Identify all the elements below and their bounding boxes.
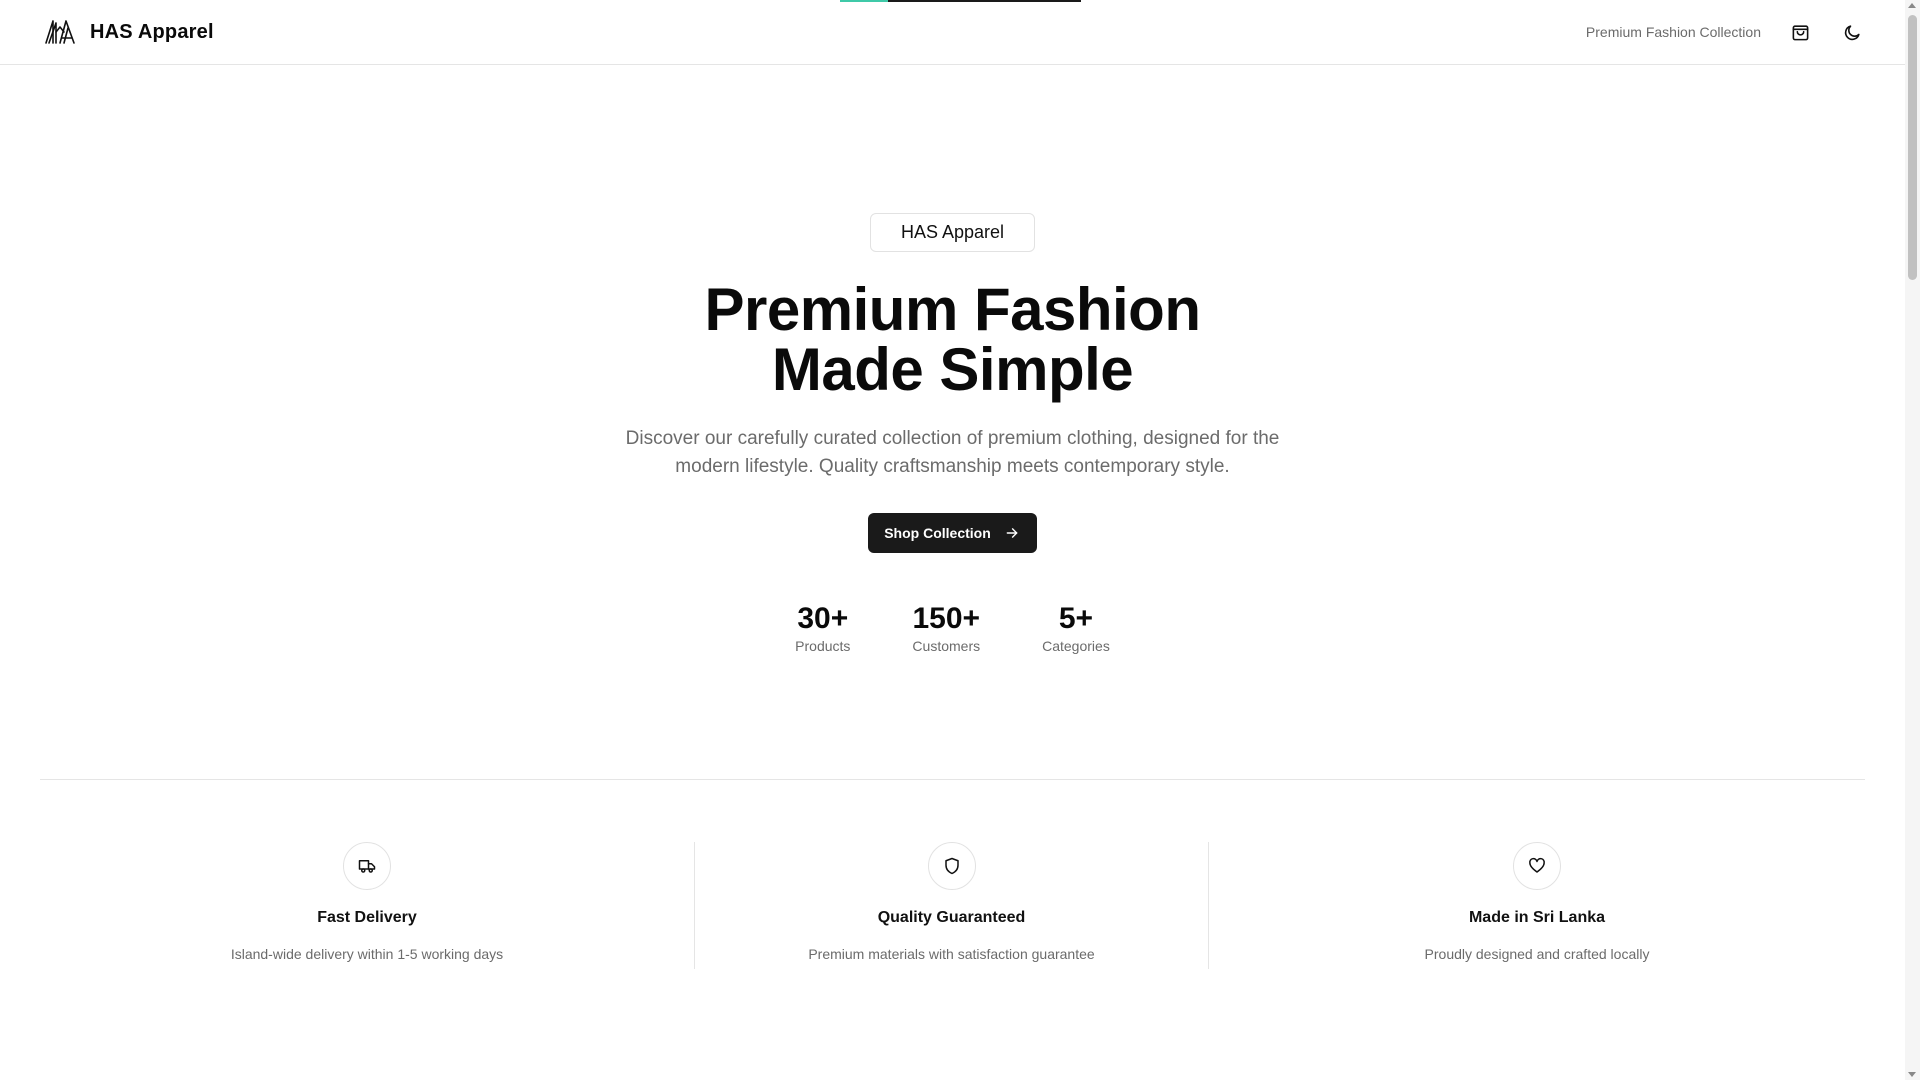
hero-title-line2: Made Simple [771, 336, 1134, 403]
page-scrollbar[interactable] [1905, 0, 1920, 1080]
header-tagline: Premium Fashion Collection [1585, 24, 1761, 40]
brand-logo-icon [45, 20, 75, 44]
shield-icon [944, 857, 959, 875]
feature-icon-circle [927, 842, 976, 890]
feature-title: Made in Sri Lanka [1468, 909, 1606, 926]
hero-badge: HAS Apparel [869, 213, 1036, 252]
feature-title: Fast Delivery [317, 909, 417, 926]
feature-quality-guaranteed: Quality Guaranteed Premium materials wit… [695, 842, 1209, 969]
heart-icon [1529, 857, 1545, 873]
theme-toggle-button[interactable] [1839, 19, 1865, 45]
stat-categories: 5+ Categories [1042, 602, 1110, 655]
truck-icon [358, 860, 376, 873]
hero-subtitle: Discover our carefully curated collectio… [625, 428, 1280, 477]
section-divider [40, 779, 1865, 780]
feature-description: Proudly designed and crafted locally [1424, 946, 1650, 962]
stat-label: Categories [1042, 638, 1110, 654]
stat-label: Customers [912, 638, 981, 654]
shopping-bag-icon [1792, 24, 1808, 40]
arrow-right-icon [1006, 528, 1018, 538]
stat-customers: 150+ Customers [912, 602, 981, 655]
scroll-up-arrow-icon[interactable] [1908, 3, 1916, 8]
shop-collection-label: Shop Collection [884, 525, 991, 541]
hero-title: Premium Fashion Made Simple [705, 280, 1201, 400]
brand[interactable]: HAS Apparel [43, 18, 214, 46]
scroll-down-arrow-icon[interactable] [1908, 1072, 1916, 1077]
stat-products: 30+ Products [795, 602, 851, 655]
stat-value: 150+ [912, 602, 981, 635]
feature-description: Island-wide delivery within 1-5 working … [230, 946, 504, 962]
stat-label: Products [795, 638, 851, 654]
feature-description: Premium materials with satisfaction guar… [808, 946, 1095, 962]
hero-title-line1: Premium Fashion [704, 276, 1201, 343]
cart-button[interactable] [1787, 19, 1813, 45]
top-nav: HAS Apparel Premium Fashion Collection [0, 0, 1905, 65]
stat-value: 5+ [1058, 602, 1094, 635]
feature-title: Quality Guaranteed [877, 909, 1026, 926]
shop-collection-button[interactable]: Shop Collection [868, 513, 1037, 553]
feature-icon-circle [343, 842, 391, 890]
features-section: Fast Delivery Island-wide delivery withi… [40, 842, 1865, 969]
feature-made-in-sri-lanka: Made in Sri Lanka Proudly designed and c… [1209, 842, 1865, 969]
brand-name: HAS Apparel [90, 20, 214, 43]
moon-icon [1844, 24, 1860, 40]
scrollbar-thumb[interactable] [1908, 15, 1917, 280]
header-actions: Premium Fashion Collection [1586, 19, 1865, 45]
stats-row: 30+ Products 150+ Customers 5+ Categorie… [795, 602, 1110, 655]
hero-section: HAS Apparel Premium Fashion Made Simple … [0, 213, 1905, 654]
feature-fast-delivery: Fast Delivery Island-wide delivery withi… [40, 842, 695, 969]
feature-icon-circle [1513, 842, 1561, 890]
stat-value: 30+ [797, 602, 849, 635]
